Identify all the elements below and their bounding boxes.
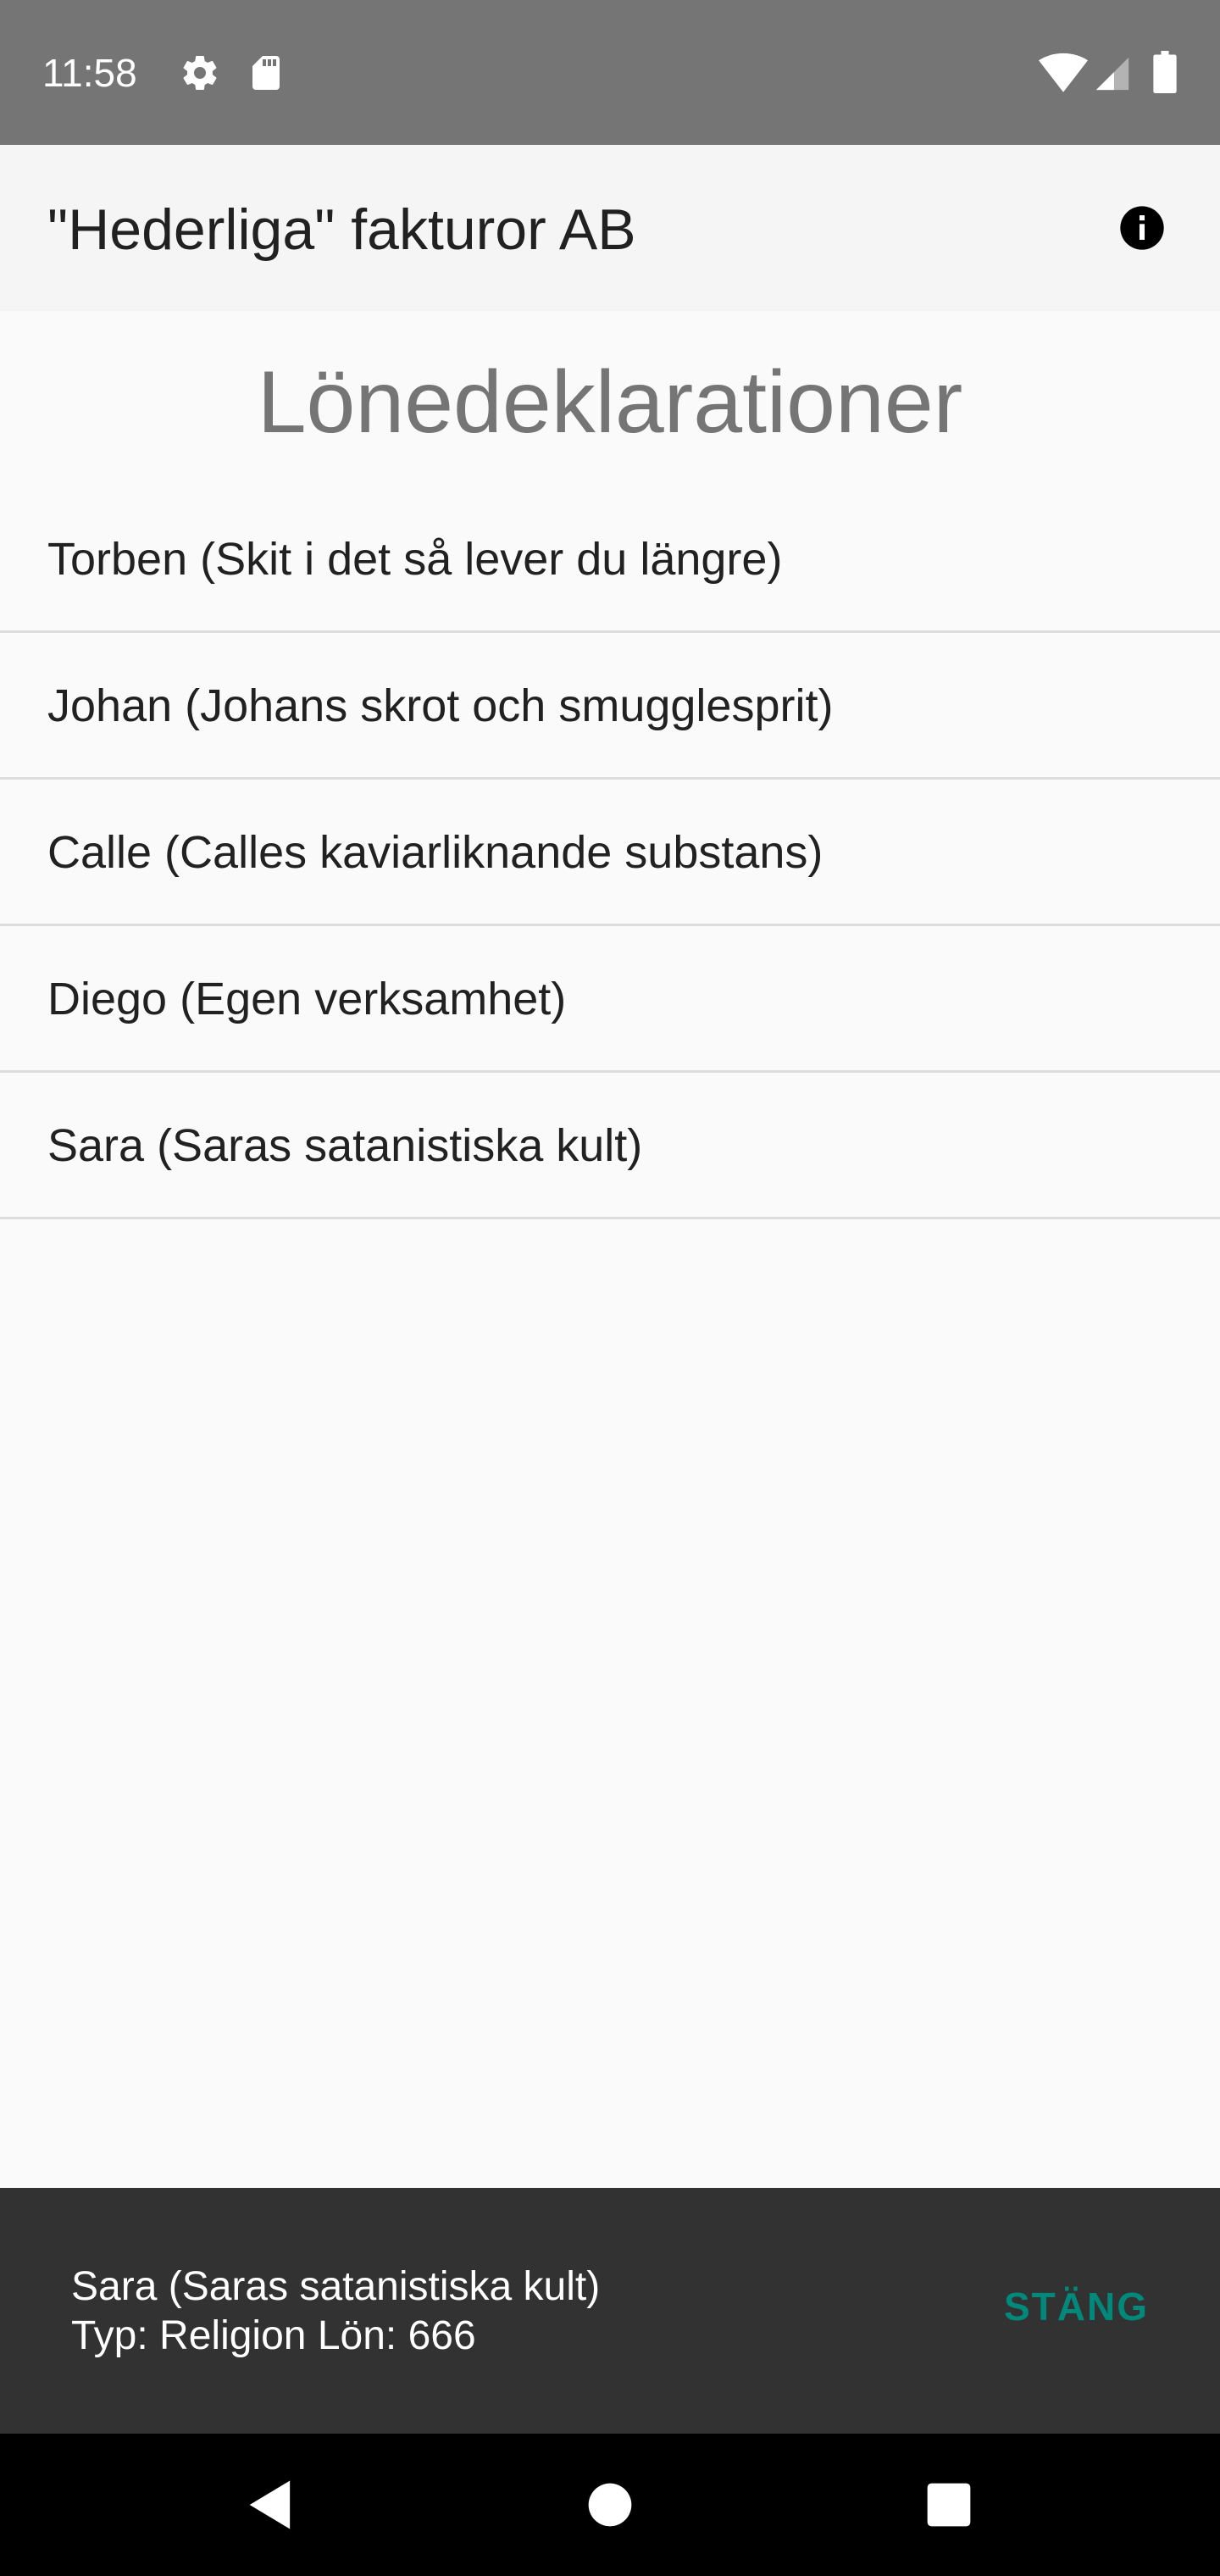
home-icon[interactable] bbox=[578, 2473, 642, 2537]
status-bar: 11:58 bbox=[0, 0, 1220, 145]
navigation-bar bbox=[0, 2434, 1220, 2576]
list-item[interactable]: Johan (Johans skrot och smugglesprit) bbox=[0, 633, 1220, 780]
list-item[interactable]: Calle (Calles kaviarliknande substans) bbox=[0, 780, 1220, 926]
list-item-label: Calle (Calles kaviarliknande substans) bbox=[47, 827, 824, 878]
gear-icon bbox=[180, 53, 220, 93]
app-title: "Hederliga" fakturor AB bbox=[47, 197, 636, 262]
snackbar-line-1: Sara (Saras satanistiska kult) bbox=[71, 2264, 601, 2309]
snackbar-line-2: Typ: Religion Lön: 666 bbox=[71, 2313, 476, 2358]
wifi-icon bbox=[1039, 53, 1088, 95]
snackbar-message: Sara (Saras satanistiska kult) Typ: Reli… bbox=[71, 2262, 600, 2361]
list-item[interactable]: Sara (Saras satanistiska kult) bbox=[0, 1073, 1220, 1219]
list-item-label: Diego (Egen verksamhet) bbox=[47, 974, 567, 1024]
info-icon[interactable] bbox=[1118, 204, 1166, 252]
list-item-label: Torben (Skit i det så lever du längre) bbox=[47, 534, 783, 585]
snackbar: Sara (Saras satanistiska kult) Typ: Reli… bbox=[0, 2188, 1220, 2434]
declaration-list: Torben (Skit i det så lever du längre) J… bbox=[0, 486, 1220, 1219]
app-bar: "Hederliga" fakturor AB bbox=[0, 145, 1220, 311]
close-button[interactable]: STÄNG bbox=[1004, 2283, 1149, 2330]
list-item-label: Sara (Saras satanistiska kult) bbox=[47, 1120, 643, 1171]
recents-icon[interactable] bbox=[917, 2473, 981, 2537]
back-icon[interactable] bbox=[239, 2473, 303, 2537]
list-item[interactable]: Diego (Egen verksamhet) bbox=[0, 926, 1220, 1073]
cellular-signal-icon bbox=[1093, 54, 1132, 93]
list-item[interactable]: Torben (Skit i det så lever du längre) bbox=[0, 486, 1220, 633]
battery-icon bbox=[1152, 51, 1178, 93]
screen: 11:58 "Hederliga" fakturor AB Lönedeklar… bbox=[0, 0, 1220, 2576]
list-item-label: Johan (Johans skrot och smugglesprit) bbox=[47, 680, 834, 731]
sd-card-icon bbox=[246, 53, 286, 93]
page-title: Lönedeklarationer bbox=[257, 353, 963, 452]
status-time: 11:58 bbox=[42, 51, 137, 95]
